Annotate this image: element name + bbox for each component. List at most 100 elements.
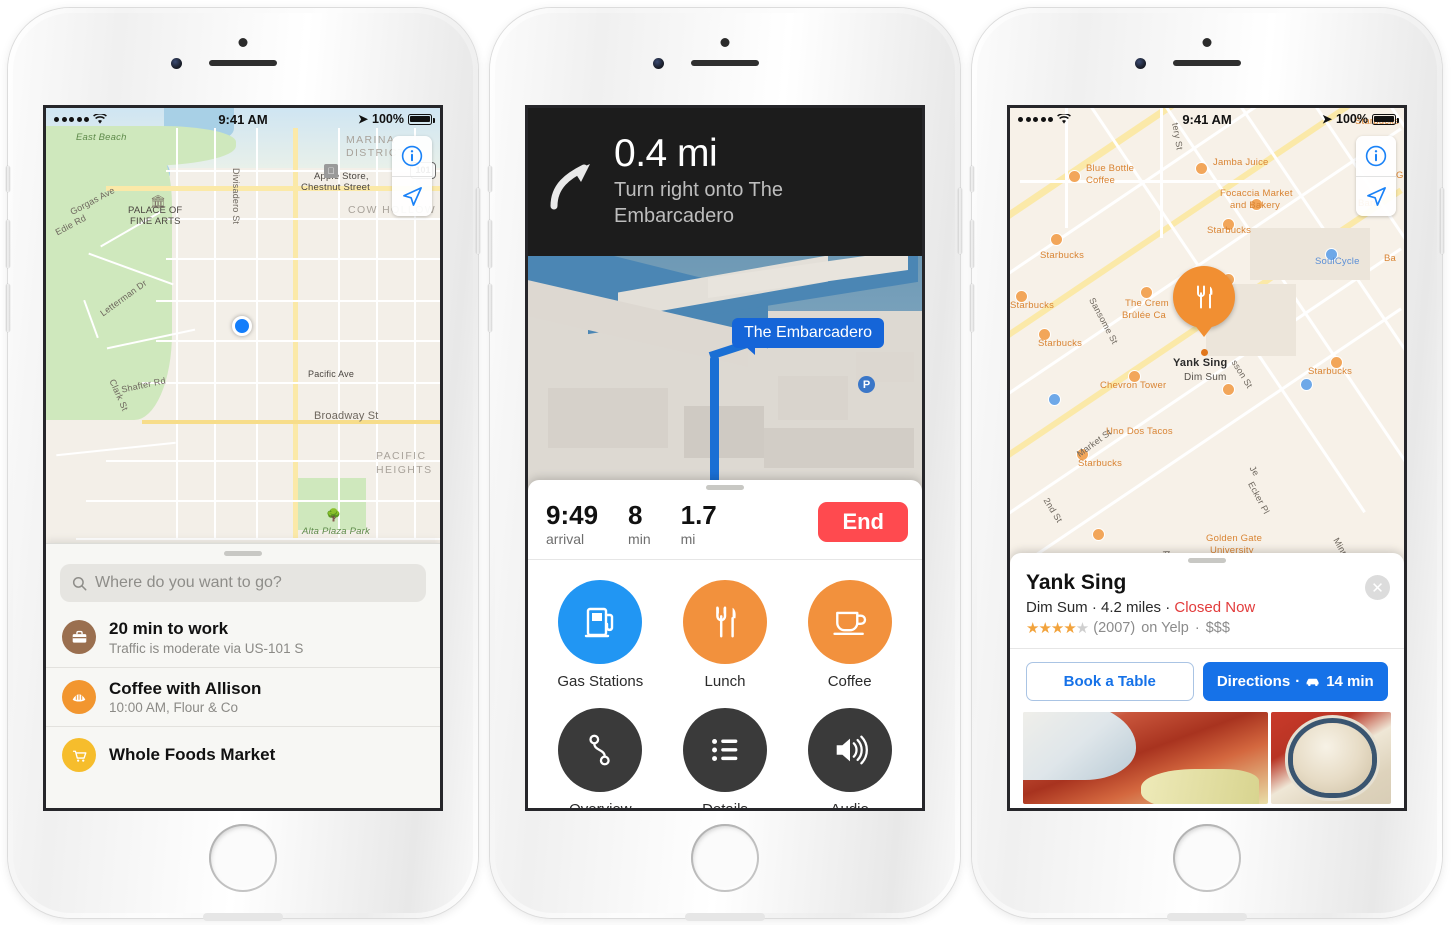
location-arrow-icon[interactable] — [1356, 176, 1396, 216]
signal-dots-icon — [54, 116, 89, 122]
map-controls-1[interactable] — [392, 136, 432, 216]
arrival-label: arrival — [546, 531, 585, 547]
status-time: 9:41 AM — [1182, 111, 1232, 127]
action-overview[interactable]: Overview — [538, 702, 663, 808]
volume-up-button[interactable] — [6, 220, 10, 268]
map-road — [1020, 180, 1270, 183]
list-item[interactable]: 20 min to work Traffic is moderate via U… — [46, 608, 440, 667]
action-coffee[interactable]: Coffee — [787, 574, 912, 702]
duration-value: 8 — [628, 500, 643, 530]
location-arrow-icon: ➤ — [1321, 112, 1333, 126]
map-road — [76, 538, 440, 540]
mute-switch[interactable] — [488, 166, 492, 192]
map-park-beach — [46, 126, 236, 166]
place-photo[interactable] — [1271, 712, 1391, 804]
list-item-title: Whole Foods Market — [109, 745, 276, 765]
map-label: Starbucks — [1078, 458, 1123, 469]
poi-dot[interactable] — [1048, 393, 1061, 406]
map-label: HEIGHTS — [376, 464, 433, 476]
search-sheet[interactable]: Where do you want to go? 20 min to work … — [46, 543, 440, 808]
location-arrow-icon[interactable] — [392, 176, 432, 216]
volume-down-button[interactable] — [970, 284, 974, 332]
action-label: Coffee — [827, 673, 872, 690]
directions-button[interactable]: Directions · 14 min — [1202, 662, 1388, 701]
separator: · — [1165, 599, 1171, 616]
battery-percent: 100% — [1336, 112, 1368, 126]
map-label: SoulCycle — [1315, 256, 1360, 267]
separator: · — [1295, 673, 1301, 690]
phone-2-screen: 0.4 mi Turn right onto The Embarcadero T… — [528, 108, 922, 808]
info-icon[interactable] — [392, 136, 432, 176]
bottom-speaker-icon — [1167, 913, 1247, 921]
map-label: Focaccia Market — [1220, 188, 1293, 199]
poi-dot[interactable] — [1300, 378, 1313, 391]
front-camera-icon — [1135, 58, 1146, 69]
place-card[interactable]: Yank Sing Dim Sum · 4.2 miles · Closed N… — [1010, 553, 1404, 808]
list-item[interactable]: Coffee with Allison 10:00 AM, Flour & Co — [46, 666, 440, 727]
mute-switch[interactable] — [6, 166, 10, 192]
volume-up-button[interactable] — [970, 220, 974, 268]
sheet-grabber[interactable] — [224, 551, 262, 556]
place-meta: Dim Sum · 4.2 miles · Closed Now — [1026, 599, 1388, 616]
action-gas-stations[interactable]: Gas Stations — [538, 574, 663, 702]
place-photo[interactable] — [1023, 712, 1269, 804]
navigation-banner: 0.4 mi Turn right onto The Embarcadero — [528, 108, 922, 256]
search-input[interactable]: Where do you want to go? — [60, 564, 426, 602]
map-label: Apple Store, — [314, 171, 369, 182]
action-grid: Gas Stations Lunch Coffee — [528, 560, 922, 808]
map-label: Ecker Pl — [1246, 480, 1272, 516]
map-road — [166, 218, 440, 220]
home-button[interactable] — [1173, 824, 1241, 892]
status-bar-3: 9:41 AM ➤ 100% — [1010, 108, 1404, 130]
nav-instruction-line2: Embarcadero — [614, 205, 735, 227]
photo-strip[interactable] — [1010, 701, 1404, 804]
power-button[interactable] — [476, 188, 480, 254]
info-icon[interactable] — [1356, 136, 1396, 176]
coffee-cup-icon — [807, 580, 892, 664]
home-button[interactable] — [691, 824, 759, 892]
action-label: Gas Stations — [557, 673, 644, 690]
map-controls-3[interactable] — [1356, 136, 1396, 216]
poi-dot[interactable] — [1092, 528, 1105, 541]
action-details[interactable]: Details — [663, 702, 788, 808]
power-button[interactable] — [958, 188, 962, 254]
action-lunch[interactable]: Lunch — [663, 574, 788, 702]
map-label: Starbucks — [1040, 250, 1085, 261]
signal-dots-icon — [1018, 116, 1053, 122]
map-label: Blue Bottle — [1086, 163, 1135, 174]
close-icon[interactable]: ✕ — [1365, 575, 1390, 600]
arrival-value: 9:49 — [546, 500, 599, 530]
action-audio[interactable]: Audio — [787, 702, 912, 808]
list-icon — [682, 708, 767, 792]
poi-dot[interactable] — [1222, 383, 1235, 396]
map-pin-name: Yank Sing — [1173, 357, 1228, 369]
map-label: Broadway St — [314, 410, 379, 422]
poi-dot[interactable] — [1050, 233, 1063, 246]
apple-store-icon:  — [324, 164, 338, 178]
distance-stat: 1.7 mi — [681, 502, 717, 547]
speaker-icon — [807, 708, 892, 792]
book-a-table-button[interactable]: Book a Table — [1026, 662, 1194, 701]
map-label: Je — [1247, 464, 1262, 478]
map-label: FINE ARTS — [130, 216, 181, 227]
directions-time: 14 min — [1326, 673, 1374, 690]
volume-down-button[interactable] — [6, 284, 10, 332]
poi-dot[interactable] — [1068, 170, 1081, 183]
mute-switch[interactable] — [970, 166, 974, 192]
car-icon — [1306, 678, 1319, 686]
navigation-sheet[interactable]: 9:49 arrival 8 min 1.7 mi End Gas Statio… — [528, 480, 922, 808]
map-label: MARINA — [346, 134, 396, 146]
restaurant-pin-icon[interactable] — [1173, 266, 1235, 328]
croissant-icon — [62, 679, 96, 714]
route-line — [710, 356, 719, 486]
volume-down-button[interactable] — [488, 284, 492, 332]
power-button[interactable] — [1440, 188, 1444, 254]
volume-up-button[interactable] — [488, 220, 492, 268]
poi-dot[interactable] — [1195, 162, 1208, 175]
place-card-header: Yank Sing Dim Sum · 4.2 miles · Closed N… — [1010, 563, 1404, 637]
list-item[interactable]: Whole Foods Market — [46, 726, 440, 773]
home-button[interactable] — [209, 824, 277, 892]
end-button[interactable]: End — [818, 502, 908, 542]
map-label: and Bakery — [1230, 200, 1281, 211]
battery-icon — [1372, 113, 1399, 125]
